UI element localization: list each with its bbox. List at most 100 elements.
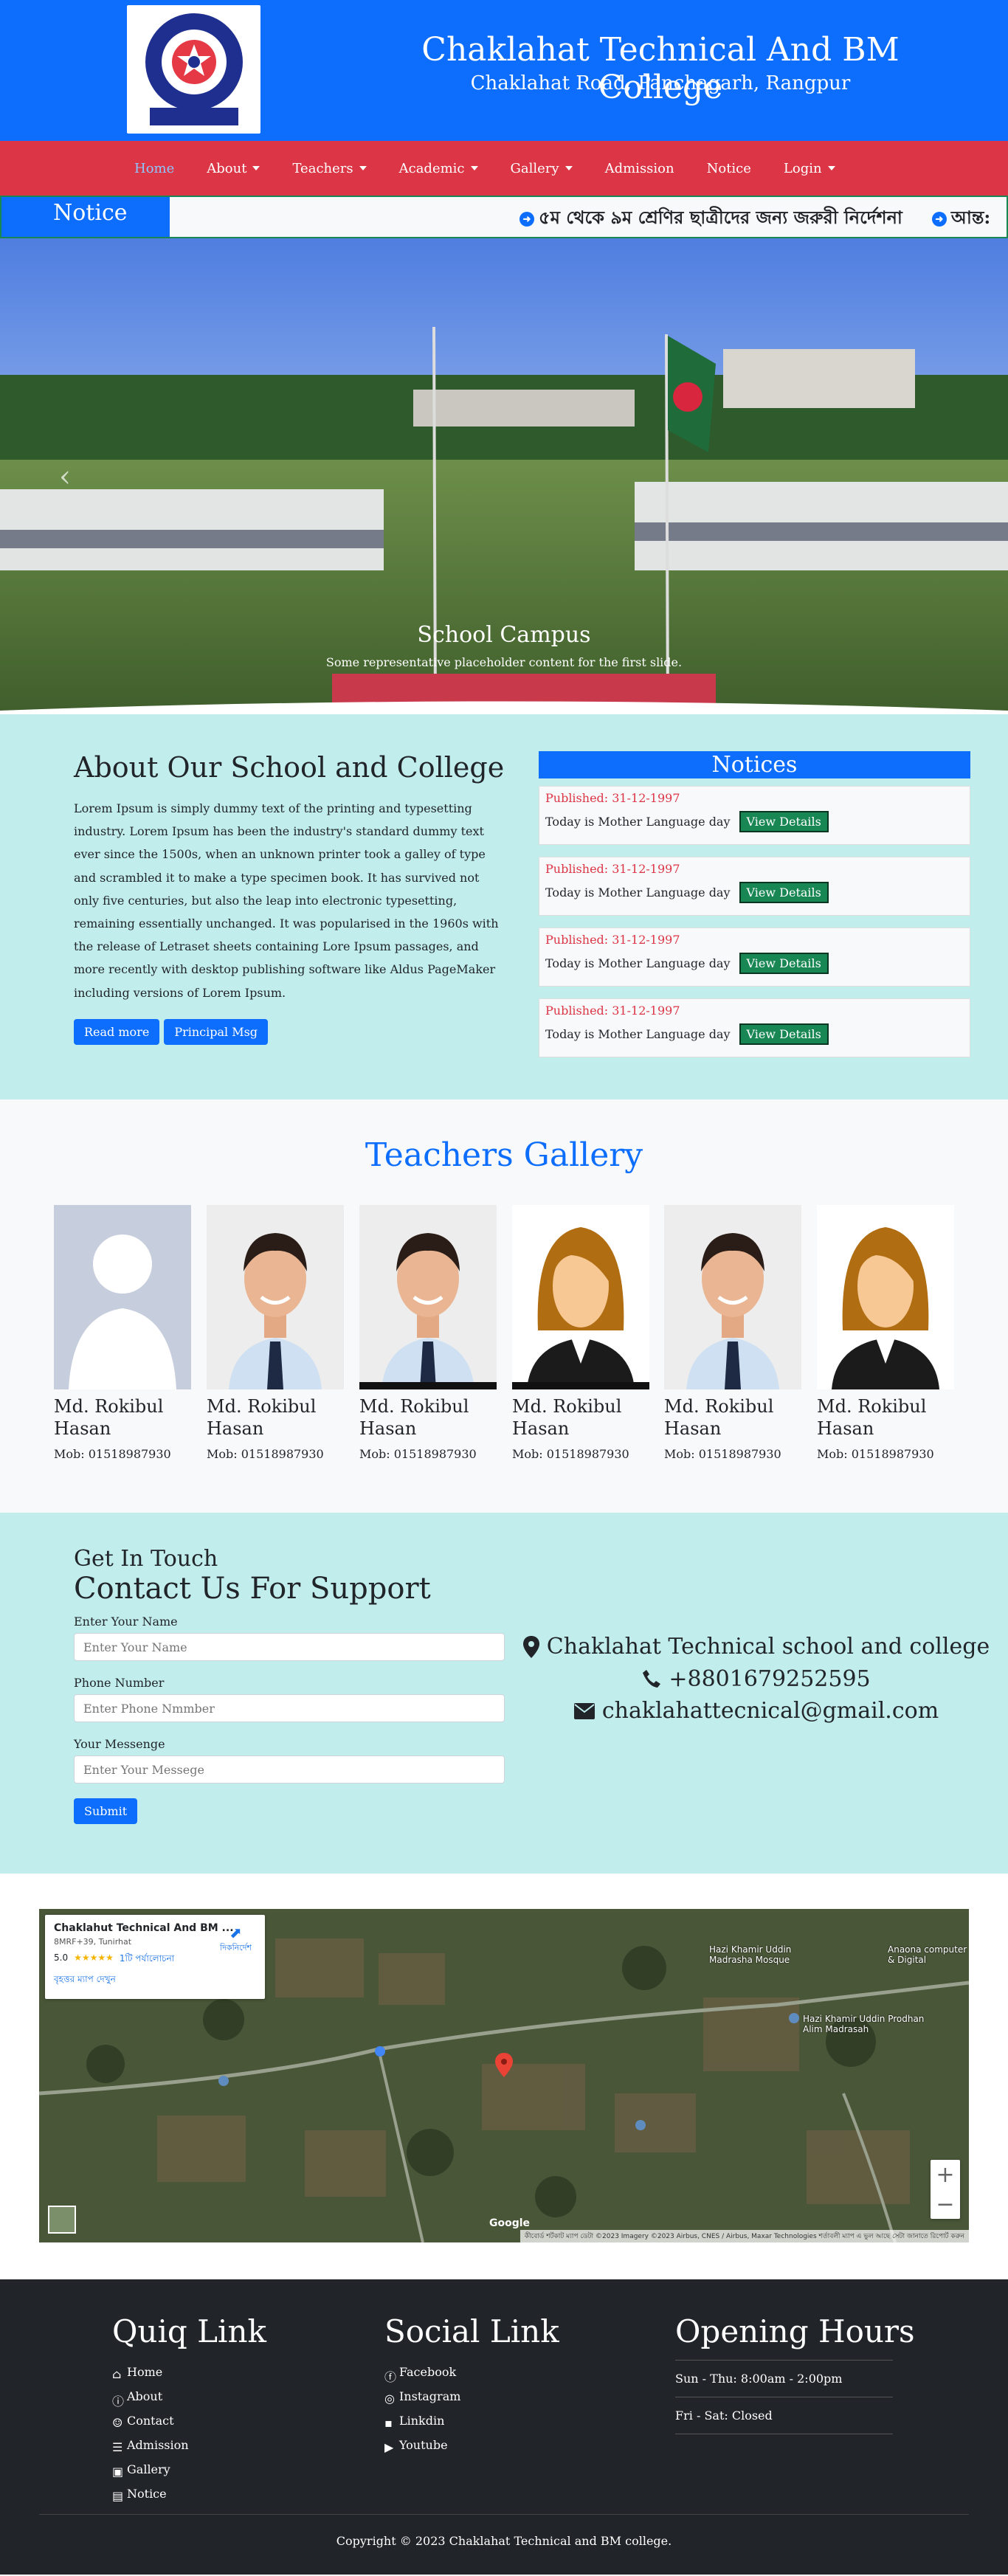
about-block: About Our School and College Lorem Ipsum… <box>74 751 505 1045</box>
map-poi-label[interactable]: Hazi Khamir Uddin Prodhan Alim Madrasah <box>803 2014 936 2034</box>
opening-hours: Opening Hours Sun - Thu: 8:00am - 2:00pm… <box>675 2313 915 2434</box>
footer-link-label: Notice <box>127 2487 167 2501</box>
notices-title: Notices <box>539 751 970 778</box>
nav-notice-label: Notice <box>706 160 751 176</box>
view-details-button[interactable]: View Details <box>739 1023 829 1045</box>
social-links-title: Social Link <box>384 2313 559 2349</box>
footer-link-notice[interactable]: ▤ Notice <box>112 2482 266 2506</box>
phone-input[interactable] <box>74 1694 505 1722</box>
teacher-name: Md. Rokibul Hasan <box>664 1396 774 1439</box>
contact-email[interactable]: chaklahattecnical@gmail.com <box>505 1695 1008 1727</box>
about-body: Lorem Ipsum is simply dummy text of the … <box>74 801 499 1000</box>
footer-link-label: About <box>127 2389 163 2403</box>
footer-link-facebook[interactable]: ⓕ Facebook <box>384 2360 559 2384</box>
youtube-icon: ▶ <box>384 2439 394 2454</box>
footer-link-label: Home <box>127 2365 163 2379</box>
notice-date: Published: 31-12-1997 <box>545 791 680 805</box>
map-rating: 5.0 <box>54 1952 69 1963</box>
teacher-card[interactable]: Md. Rokibul Hasan Mob: 01518987930 <box>207 1205 344 1461</box>
site-header: Chaklahat Technical And BM College Chakl… <box>0 0 1008 141</box>
footer-link-youtube[interactable]: ▶ Youtube <box>384 2433 559 2457</box>
instagram-icon: ◎ <box>384 2391 395 2406</box>
image-icon: ▣ <box>112 2464 124 2479</box>
footer-link-admission[interactable]: ☰ Admission <box>112 2433 266 2457</box>
college-seal-icon <box>131 9 257 130</box>
footer-link-label: Admission <box>127 2438 189 2452</box>
footer-link-home[interactable]: ⌂ Home <box>112 2360 266 2384</box>
notices-panel: Notices Published: 31-12-1997 Today is M… <box>539 751 970 1069</box>
zoom-out-button[interactable]: − <box>931 2189 960 2219</box>
teacher-photo-man <box>664 1205 801 1389</box>
contact-kicker: Get In Touch <box>74 1546 218 1572</box>
footer-link-contact[interactable]: ☺ Contact <box>112 2408 266 2433</box>
footer-link-label: Linkdin <box>399 2414 445 2428</box>
directions-button[interactable]: ⬈ দিকনির্দেশ <box>220 1924 252 1955</box>
contact-section: Get In Touch Contact Us For Support Ente… <box>0 1513 1008 1874</box>
teacher-card[interactable]: Md. Rokibul Hasan Mob: 01518987930 <box>359 1205 497 1461</box>
nav-admission[interactable]: Admission <box>589 161 691 176</box>
teacher-card[interactable]: Md. Rokibul Hasan Mob: 01518987930 <box>817 1205 954 1461</box>
map-attribution[interactable]: কীবোর্ড শর্টকাট ম্যাপ ডেটা ©2023 Imagery… <box>519 2230 969 2242</box>
view-details-button[interactable]: View Details <box>739 882 829 903</box>
nav-teachers-label: Teachers <box>292 160 353 176</box>
person-icon: ☺ <box>112 2415 123 2430</box>
contact-phone[interactable]: +8801679252595 <box>505 1663 1008 1696</box>
name-input[interactable] <box>74 1633 505 1661</box>
view-details-button[interactable]: View Details <box>739 953 829 974</box>
nav-about[interactable]: About <box>190 161 276 176</box>
message-input[interactable] <box>74 1755 505 1783</box>
map-layer-toggle[interactable] <box>48 2206 76 2234</box>
footer-link-label: Instagram <box>399 2389 461 2403</box>
teacher-card[interactable]: Md. Rokibul Hasan Mob: 01518987930 <box>664 1205 801 1461</box>
view-details-button[interactable]: View Details <box>739 811 829 832</box>
teacher-card[interactable]: Md. Rokibul Hasan Mob: 01518987930 <box>512 1205 649 1461</box>
hero-caption-title: School Campus <box>417 622 591 648</box>
contact-form: Get In Touch Contact Us For Support Ente… <box>74 1546 505 1824</box>
chevron-left-icon: ‹ <box>59 460 71 494</box>
read-more-button[interactable]: Read more <box>74 1018 160 1045</box>
footer-link-linkedin[interactable]: ▪ Linkdin <box>384 2408 559 2433</box>
ticker-item[interactable]: ➜ ৫ম থেকে ৯ম শ্রেণির ছাত্রীদের জন্য জরুর… <box>519 204 902 234</box>
teacher-card[interactable]: Md. Rokibul Hasan Mob: 01518987930 <box>54 1205 191 1461</box>
larger-map-link[interactable]: বৃহত্তর ম্যাপ দেখুন <box>54 1973 256 1988</box>
carousel-prev-button[interactable]: ‹ <box>59 460 71 494</box>
ticker-item[interactable]: ➜ আন্ত: <box>931 204 991 234</box>
map-reviews-link[interactable]: 1টি পর্যালোচনা <box>120 1952 174 1967</box>
footer-link-instagram[interactable]: ◎ Instagram <box>384 2384 559 2408</box>
college-logo[interactable] <box>127 5 260 134</box>
teacher-mobile: Mob: 01518987930 <box>207 1447 324 1461</box>
footer-link-gallery[interactable]: ▣ Gallery <box>112 2457 266 2482</box>
footer-link-about[interactable]: ⓘ About <box>112 2384 266 2408</box>
nav-gallery[interactable]: Gallery <box>494 161 589 176</box>
footer-link-label: Gallery <box>127 2462 170 2476</box>
notice-ticker: Notice ➜ ৫ম থেকে ৯ম শ্রেণির ছাত্রীদের জন… <box>0 196 1008 238</box>
contact-phone-text: +8801679252595 <box>669 1665 871 1692</box>
site-footer: Quiq Link ⌂ Home ⓘ About ☺ Contact ☰ Admissi… <box>0 2279 1008 2575</box>
notice-text: Today is Mother Language day <box>545 956 731 970</box>
zoom-in-button[interactable]: + <box>931 2160 960 2189</box>
about-section: About Our School and College Lorem Ipsum… <box>0 714 1008 1099</box>
nav-home[interactable]: Home <box>118 161 190 176</box>
nav-login[interactable]: Login <box>767 161 852 176</box>
submit-button[interactable]: Submit <box>74 1798 138 1824</box>
notice-ticker-label: Notice <box>1 197 170 237</box>
nav-teachers[interactable]: Teachers <box>276 161 382 176</box>
main-navbar: Home About Teachers Academic Gallery Adm… <box>0 141 1008 196</box>
contact-address-text: Chaklahat Technical school and college <box>546 1634 990 1660</box>
nav-academic-label: Academic <box>398 160 465 176</box>
teacher-mobile: Mob: 01518987930 <box>359 1447 477 1461</box>
nav-notice[interactable]: Notice <box>691 161 767 176</box>
phone-icon <box>643 1670 661 1688</box>
map-poi-label[interactable]: Hazi Khamir Uddin Madrasha Mosque <box>709 1944 805 1965</box>
nav-admission-label: Admission <box>604 160 674 176</box>
teacher-photo-silhouette <box>54 1205 191 1389</box>
google-map[interactable]: Hazi Khamir Uddin Madrasha Mosque Hazi K… <box>39 1909 969 2242</box>
teacher-mobile: Mob: 01518987930 <box>54 1447 171 1461</box>
ticker-item-text: আন্ত: <box>950 207 991 228</box>
map-poi-label[interactable]: Anaona computer & Digital <box>888 1944 969 1965</box>
contact-email-text: chaklahattecnical@gmail.com <box>601 1698 939 1724</box>
principal-msg-button[interactable]: Principal Msg <box>164 1018 269 1045</box>
footer-link-label: Facebook <box>399 2365 457 2379</box>
arrow-right-circle-icon: ➜ <box>931 212 947 227</box>
nav-academic[interactable]: Academic <box>383 161 494 176</box>
